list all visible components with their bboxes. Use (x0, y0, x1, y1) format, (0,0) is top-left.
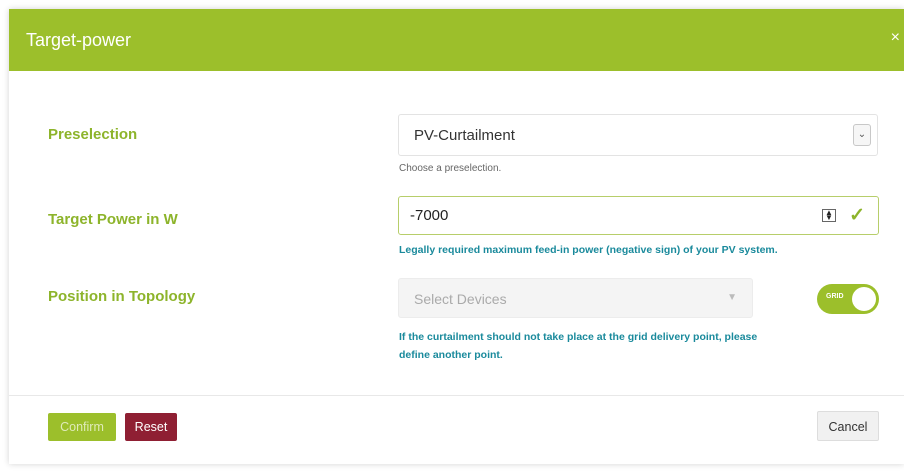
topology-label: Position in Topology (48, 288, 196, 305)
target-power-dialog: Target-power × Preselection PV-Curtailme… (9, 9, 904, 464)
chevron-down-icon: ▼ (727, 292, 737, 303)
target-power-hint: Legally required maximum feed-in power (… (399, 244, 778, 256)
confirm-button[interactable]: Confirm (48, 413, 116, 441)
target-power-input[interactable]: -7000 ▲ ▼ ✓ (398, 196, 879, 235)
reset-button[interactable]: Reset (125, 413, 177, 441)
checkmark-icon: ✓ (849, 205, 865, 226)
grid-toggle[interactable]: GRID (817, 284, 879, 314)
grid-toggle-label: GRID (826, 293, 844, 300)
select-devices-dropdown[interactable]: Select Devices ▼ (398, 278, 753, 318)
preselection-select[interactable]: PV-Curtailment ⌄ (398, 114, 878, 156)
cancel-button[interactable]: Cancel (817, 411, 879, 441)
toggle-knob (852, 287, 876, 311)
dialog-header: Target-power × (9, 9, 904, 71)
target-power-label: Target Power in W (48, 211, 178, 228)
preselection-value: PV-Curtailment (414, 127, 515, 144)
close-icon[interactable]: × (891, 29, 900, 47)
preselection-label: Preselection (48, 126, 138, 143)
dialog-title: Target-power (26, 30, 132, 50)
topology-hint-line2: define another point. (399, 349, 503, 361)
target-power-value: -7000 (410, 207, 449, 224)
select-devices-placeholder: Select Devices (414, 291, 507, 307)
chevron-down-icon[interactable]: ⌄ (853, 124, 871, 146)
footer-divider (9, 395, 904, 396)
number-stepper-icon[interactable]: ▲ ▼ (822, 209, 836, 222)
topology-hint-line1: If the curtailment should not take place… (399, 331, 758, 343)
preselection-hint: Choose a preselection. (399, 163, 502, 174)
